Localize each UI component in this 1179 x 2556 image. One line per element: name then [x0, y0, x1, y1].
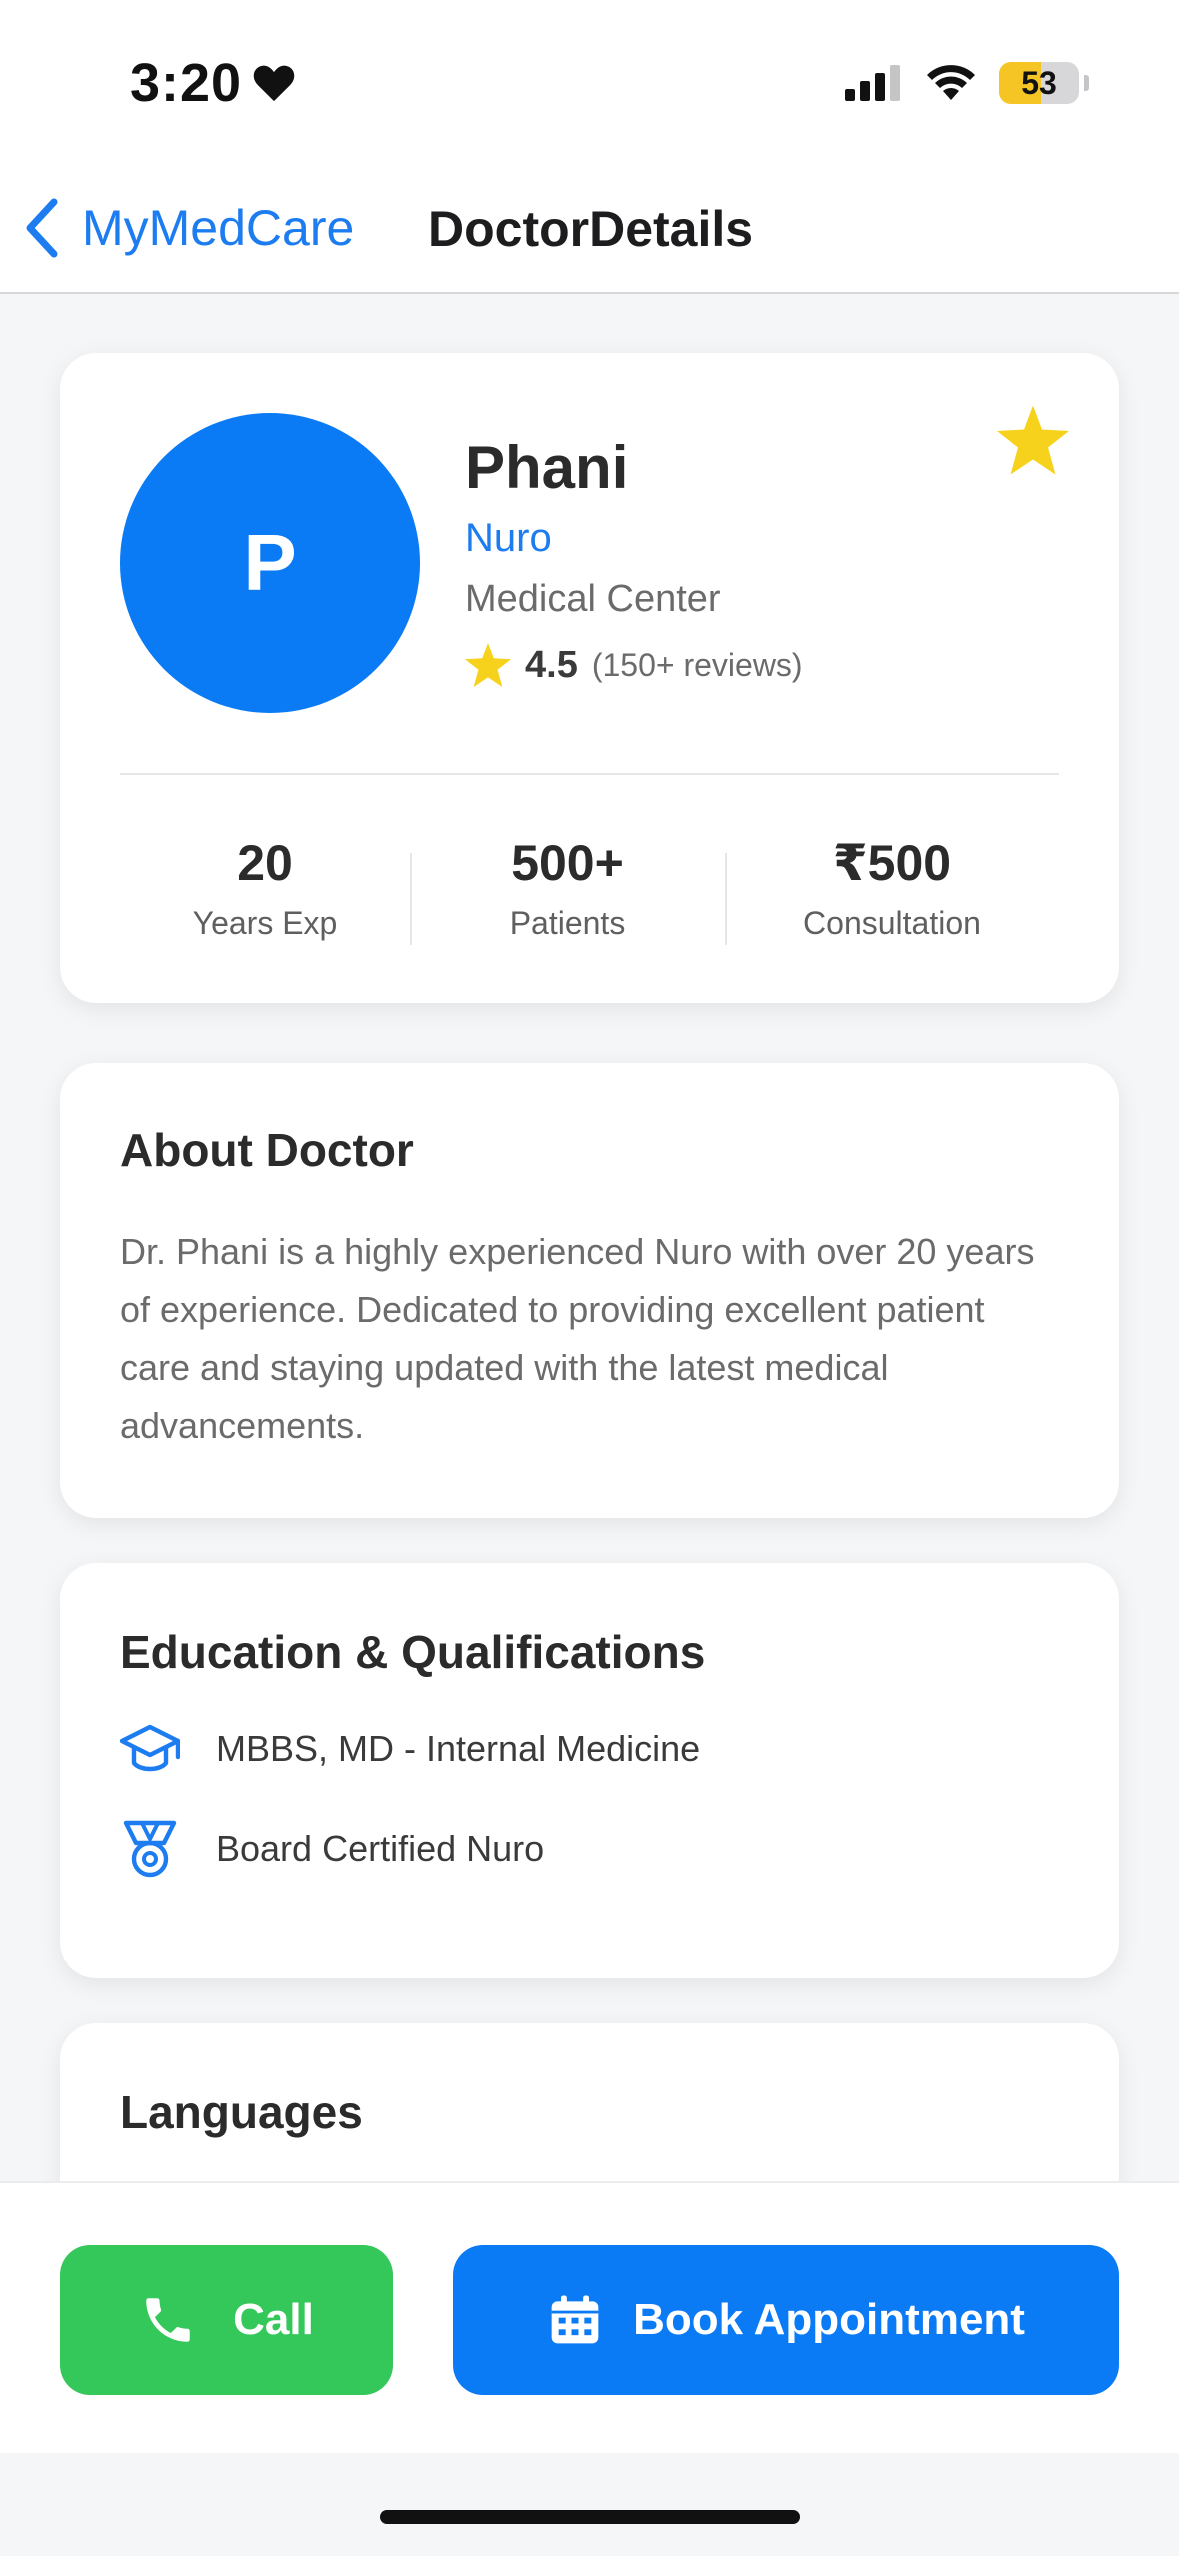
call-button[interactable]: Call [60, 2245, 393, 2395]
stats-row: 20 Years Exp 500+ Patients ₹500 Consulta… [120, 833, 1059, 945]
stat-patients: 500+ Patients [410, 833, 725, 945]
page-title: DoctorDetails [428, 201, 754, 257]
chevron-left-icon [26, 198, 58, 258]
phone-icon [146, 2298, 190, 2342]
doctor-specialty: Nuro [465, 516, 552, 560]
doctor-name: Phani [465, 434, 629, 501]
back-button[interactable]: MyMedCare [24, 198, 354, 258]
call-label: Call [233, 2295, 314, 2344]
cellular-signal-icon [845, 65, 900, 101]
stat-value: ₹500 [832, 835, 952, 891]
rating: 4.5 (150+ reviews) [465, 643, 803, 687]
rating-value: 4.5 [525, 643, 578, 686]
about-card: About Doctor Dr. Phani is a highly exper… [60, 1063, 1119, 1518]
stat-experience: 20 Years Exp [120, 833, 410, 943]
battery-indicator: 53 [999, 62, 1089, 104]
stat-label: Patients [509, 905, 626, 941]
time-label: 3:20 [130, 53, 243, 113]
avatar-initial: P [243, 518, 297, 607]
stat-value: 500+ [511, 835, 624, 891]
stat-value: 20 [237, 835, 293, 891]
heart-icon [253, 65, 295, 102]
rating-reviews: (150+ reviews) [591, 646, 803, 683]
medal-icon [123, 1820, 177, 1878]
stat-consultation: ₹500 Consultation [725, 833, 1059, 945]
status-time: 3:20 [130, 52, 296, 114]
home-indicator[interactable] [380, 2510, 800, 2524]
graduation-cap-icon [120, 1724, 180, 1772]
back-label: MyMedCare [82, 200, 355, 256]
status-indicators: 53 [845, 62, 1089, 104]
book-appointment-label: Book Appointment [633, 2295, 1025, 2344]
navigation-bar: MyMedCare DoctorDetails [0, 170, 1179, 294]
languages-title: Languages [120, 2086, 363, 2138]
calendar-icon [551, 2295, 599, 2344]
education-card: Education & Qualifications MBBS, MD - In… [60, 1563, 1119, 1978]
divider [120, 773, 1059, 775]
education-item: Board Certified Nuro [120, 1819, 544, 1879]
battery-level-label: 53 [1021, 64, 1057, 101]
education-label: Board Certified Nuro [216, 1828, 545, 1869]
education-label: MBBS, MD - Internal Medicine [216, 1728, 701, 1769]
about-title: About Doctor [120, 1124, 414, 1176]
favorite-star-icon [997, 405, 1069, 475]
stat-label: Years Exp [192, 905, 338, 941]
star-icon [465, 643, 511, 687]
bottom-action-bar: Call Book Appointment [0, 2181, 1179, 2453]
stat-label: Consultation [803, 905, 981, 941]
favorite-button[interactable] [997, 405, 1069, 480]
education-item: MBBS, MD - Internal Medicine [120, 1723, 700, 1775]
wifi-icon [927, 65, 975, 100]
battery-nub [1084, 75, 1089, 91]
doctor-center: Medical Center [465, 578, 721, 620]
education-title: Education & Qualifications [120, 1626, 706, 1678]
avatar: P [120, 413, 420, 713]
book-appointment-button[interactable]: Book Appointment [453, 2245, 1119, 2395]
status-bar: 3:20 53 [0, 0, 1179, 170]
doctor-profile-card: P Phani Nuro Medical Center 4.5 (150+ re… [60, 353, 1119, 1003]
about-text: Dr. Phani is a highly experienced Nuro w… [120, 1231, 1035, 1446]
